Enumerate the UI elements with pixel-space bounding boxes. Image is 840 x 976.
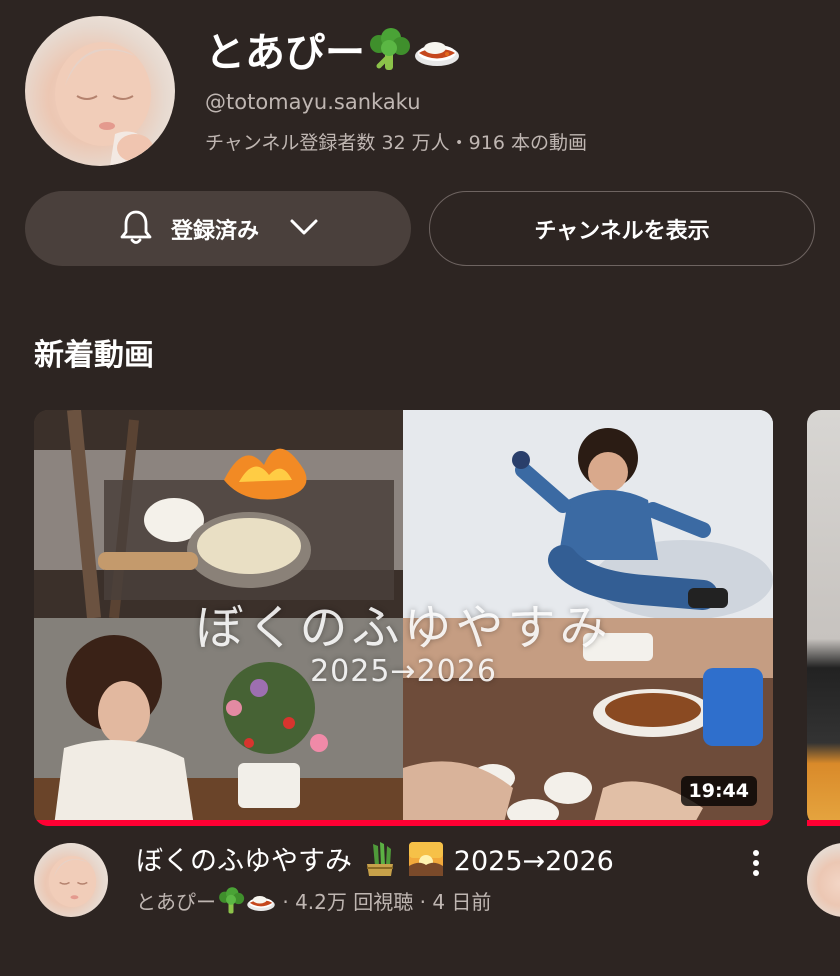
more-dot	[753, 860, 759, 866]
more-dot	[753, 850, 759, 856]
video-title-text: ぼくのふゆやすみ	[136, 846, 352, 877]
next-watch-progress-bar	[807, 820, 840, 826]
thumbnail-snow-photo	[403, 410, 773, 618]
video-channel-name[interactable]: とあぴー	[136, 890, 216, 914]
thumbnail-subtitle-text: 2025→2026	[310, 654, 497, 689]
chevron-down-icon	[289, 217, 319, 241]
broccoli-icon	[216, 886, 246, 916]
bell-icon	[117, 208, 155, 250]
curry-rice-icon	[413, 26, 461, 74]
video-metadata: とあぴー · 4.2万 回視聴 · 4 日前	[136, 886, 491, 917]
watch-progress-bar	[34, 820, 773, 826]
channel-handle: @totomayu.sankaku	[205, 90, 421, 114]
video-channel-avatar[interactable]	[34, 843, 108, 917]
next-video-avatar[interactable]	[807, 843, 840, 917]
thumbnail-title-text: ぼくのふゆやすみ	[195, 600, 612, 656]
subscribed-button[interactable]: 登録済み	[25, 191, 411, 266]
channel-stats: チャンネル登録者数 32 万人・916 本の動画	[205, 132, 587, 154]
video-title-year: 2025→2026	[453, 846, 614, 877]
curry-rice-icon	[246, 886, 276, 916]
baby-face-icon	[48, 855, 97, 908]
video-views: · 4.2万 回視聴	[282, 890, 414, 914]
sunrise-icon	[407, 840, 445, 878]
video-duration: 19:44	[680, 776, 757, 806]
broccoli-icon	[365, 26, 413, 74]
view-channel-button[interactable]: チャンネルを表示	[429, 191, 815, 266]
baby-face-icon	[55, 42, 155, 166]
section-title: 新着動画	[34, 338, 154, 373]
video-title[interactable]: ぼくのふゆやすみ 2025→2026	[136, 840, 614, 882]
subscribed-label: 登録済み	[170, 218, 259, 244]
channel-avatar[interactable]	[25, 16, 175, 166]
thumbnail-campfire-photo	[34, 410, 403, 618]
video-age: · 4 日前	[419, 890, 492, 914]
next-video-thumbnail[interactable]	[807, 410, 840, 826]
video-thumbnail[interactable]: ぼくのふゆやすみ 2025→2026 19:44	[34, 410, 773, 826]
channel-name-text: とあぴー	[205, 30, 365, 76]
more-dot	[753, 870, 759, 876]
channel-title: とあぴー	[205, 26, 461, 80]
kadomatsu-icon	[361, 840, 399, 878]
more-options-button[interactable]	[741, 846, 771, 880]
